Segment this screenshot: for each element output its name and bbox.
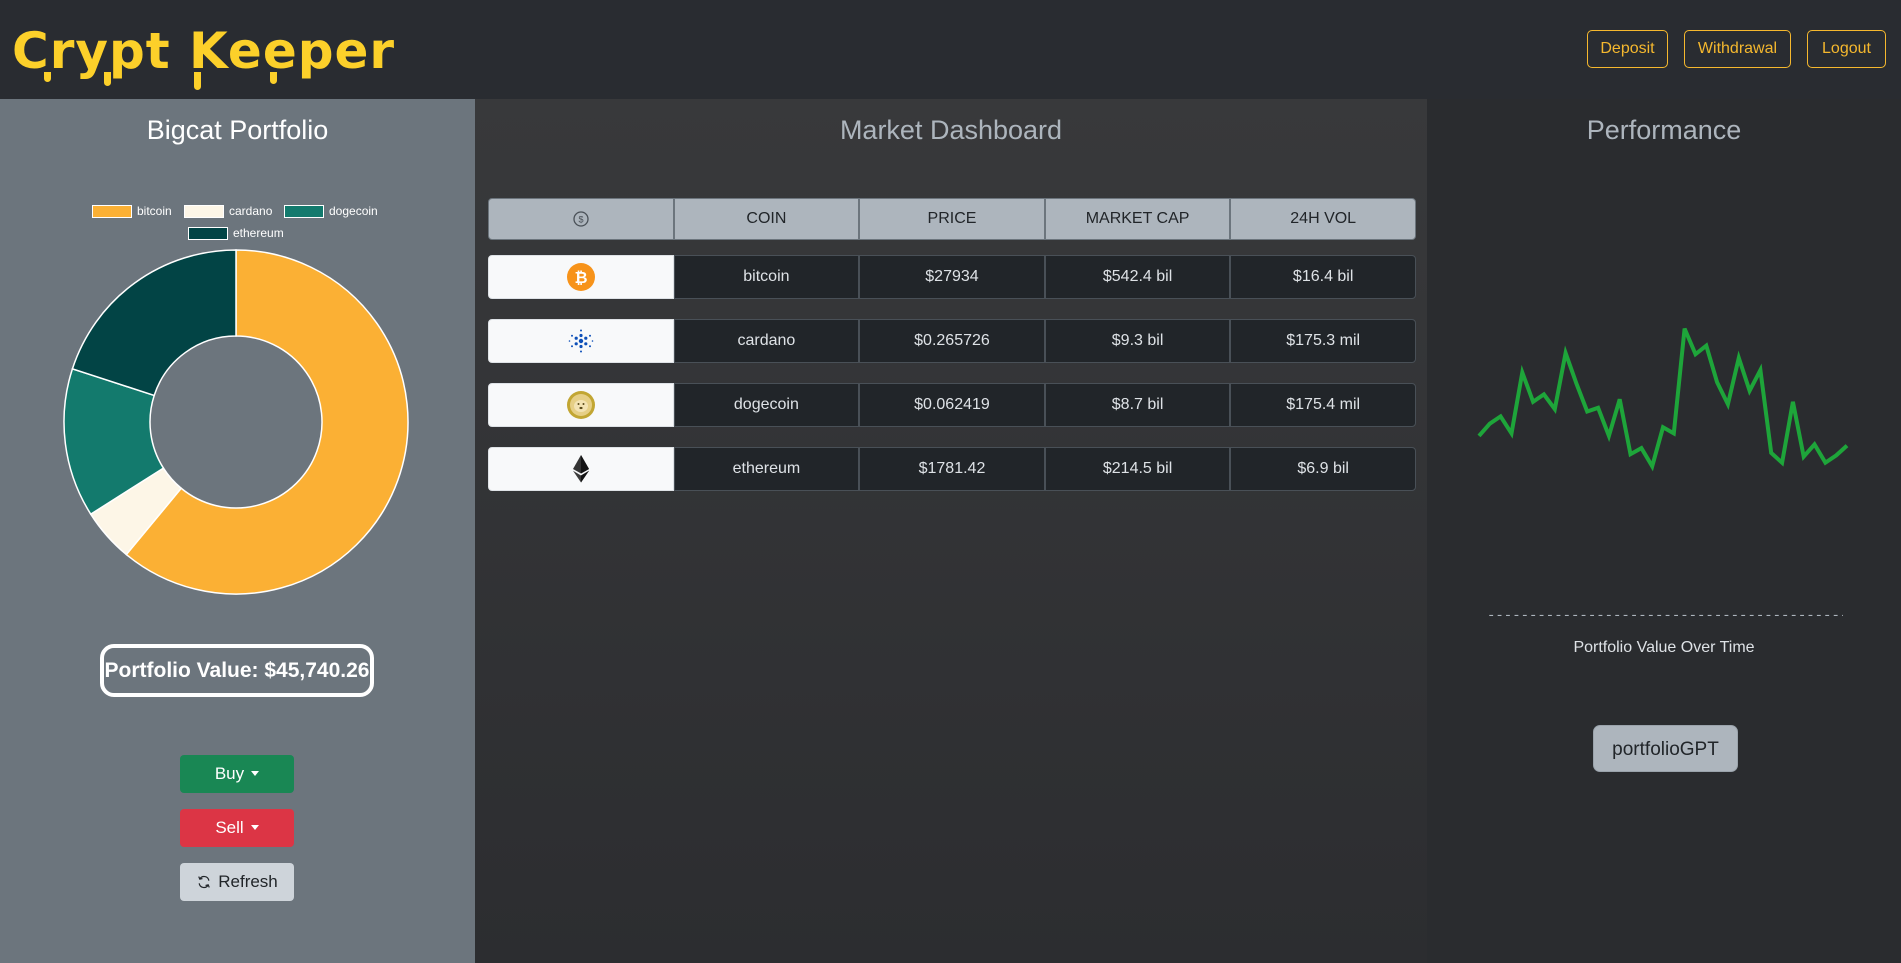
legend-item-dogecoin[interactable]: dogecoin — [284, 204, 378, 218]
cardano-icon — [568, 329, 594, 353]
deposit-button[interactable]: Deposit — [1587, 30, 1668, 68]
logout-button[interactable]: Logout — [1807, 30, 1886, 68]
portfolio-panel: Bigcat Portfolio bitcoin cardano dogecoi… — [0, 99, 475, 963]
market-dashboard-title: Market Dashboard — [839, 115, 1063, 145]
header-coin[interactable]: COIN — [673, 198, 860, 240]
sell-label: Sell — [215, 818, 244, 837]
coin-name: cardano — [673, 319, 860, 363]
logo-drip — [270, 72, 277, 84]
coin-name: dogecoin — [673, 383, 860, 427]
withdrawal-button[interactable]: Withdrawal — [1684, 30, 1791, 68]
coin-24h-vol: $16.4 bil — [1230, 255, 1416, 299]
market-dashboard-panel: Market Dashboard $ COIN PRICE MARKET CAP… — [475, 99, 1427, 963]
coin-price: $0.265726 — [859, 319, 1045, 363]
refresh-label: Refresh — [218, 872, 278, 891]
legend-item-cardano[interactable]: cardano — [184, 204, 272, 218]
chart-axis-dashes: ----------------------------------------… — [1487, 608, 1843, 624]
coin-icon-cell — [488, 319, 674, 363]
top-navbar: Crypt Keeper Deposit Withdrawal Logout — [0, 0, 1901, 99]
logo-drip — [194, 72, 201, 90]
coin-icon-cell: ₿ — [488, 255, 674, 299]
coin-market-cap: $542.4 bil — [1044, 255, 1231, 299]
coin-icon-cell — [488, 383, 674, 427]
coin-market-cap: $8.7 bil — [1044, 383, 1231, 427]
performance-panel: Performance ----------------------------… — [1427, 99, 1901, 963]
coin-market-cap: $214.5 bil — [1044, 447, 1231, 491]
portfolio-donut-chart — [63, 249, 409, 595]
legend-swatch — [284, 204, 324, 218]
bitcoin-icon: ₿ — [566, 263, 595, 291]
table-row[interactable]: ethereum $1781.42 $214.5 bil $6.9 bil — [488, 447, 1416, 491]
buy-label: Buy — [214, 764, 245, 783]
header-icon-cell: $ — [488, 198, 674, 240]
performance-title: Performance — [1586, 115, 1742, 145]
coin-name: ethereum — [673, 447, 860, 491]
performance-line-chart — [1477, 327, 1849, 472]
dollar-coin-icon: $ — [573, 211, 589, 227]
logo-drip — [44, 72, 51, 82]
table-row[interactable]: cardano $0.265726 $9.3 bil $175.3 mil — [488, 319, 1416, 363]
coin-price: $1781.42 — [859, 447, 1045, 491]
donut-slice-ethereum[interactable] — [71, 249, 237, 397]
performance-series-line — [1477, 327, 1849, 472]
coin-24h-vol: $6.9 bil — [1230, 447, 1416, 491]
logo-text: Crypt Keeper — [12, 22, 396, 80]
header-24h-vol[interactable]: 24H VOL — [1230, 198, 1416, 240]
coin-price: $0.062419 — [859, 383, 1045, 427]
crypt-keeper-logo[interactable]: Crypt Keeper — [12, 20, 396, 90]
header-price[interactable]: PRICE — [859, 198, 1045, 240]
coin-market-cap: $9.3 bil — [1044, 319, 1231, 363]
coin-24h-vol: $175.3 mil — [1230, 319, 1416, 363]
performance-caption: Portfolio Value Over Time — [1573, 639, 1755, 656]
legend-label: cardano — [229, 204, 273, 218]
coin-price: $27934 — [859, 255, 1045, 299]
portfolio-gpt-button[interactable]: portfolioGPT — [1593, 725, 1738, 772]
table-header-row: $ COIN PRICE MARKET CAP 24H VOL — [488, 198, 1416, 240]
portfolio-title: Bigcat Portfolio — [146, 115, 329, 145]
coin-24h-vol: $175.4 mil — [1230, 383, 1416, 427]
header-market-cap[interactable]: MARKET CAP — [1044, 198, 1231, 240]
legend-item-ethereum[interactable]: ethereum — [188, 226, 284, 240]
dogecoin-icon — [566, 391, 595, 419]
legend-swatch — [184, 204, 224, 218]
table-row[interactable]: ₿ bitcoin $27934 $542.4 bil $16.4 bil — [488, 255, 1416, 299]
sell-dropdown-button[interactable]: Sell — [180, 809, 294, 847]
refresh-button[interactable]: Refresh — [180, 863, 294, 901]
refresh-icon — [198, 875, 211, 889]
caret-down-icon — [251, 771, 260, 776]
buy-dropdown-button[interactable]: Buy — [180, 755, 294, 793]
legend-item-bitcoin[interactable]: bitcoin — [92, 204, 172, 218]
legend-label: dogecoin — [329, 204, 378, 218]
legend-swatch — [188, 226, 228, 240]
caret-down-icon — [250, 825, 259, 830]
legend-swatch — [92, 204, 132, 218]
logo-drip — [104, 72, 111, 86]
legend-label: bitcoin — [137, 204, 172, 218]
ethereum-icon — [572, 455, 589, 483]
table-row[interactable]: dogecoin $0.062419 $8.7 bil $175.4 mil — [488, 383, 1416, 427]
portfolio-value: Portfolio Value: $45,740.26 — [100, 644, 374, 697]
coin-name: bitcoin — [673, 255, 860, 299]
svg-text:₿: ₿ — [574, 268, 587, 287]
legend-label: ethereum — [233, 226, 284, 240]
svg-text:$: $ — [578, 215, 583, 225]
coin-icon-cell — [488, 447, 674, 491]
